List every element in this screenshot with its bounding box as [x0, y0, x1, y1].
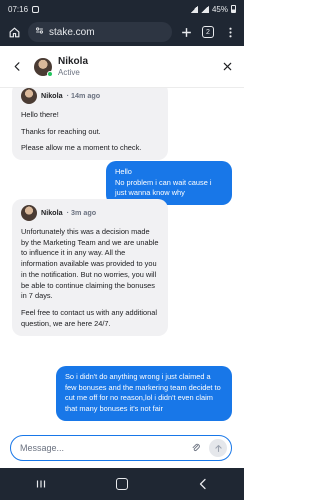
- battery-icon: [231, 5, 236, 13]
- message-time-value: 3m ago: [70, 207, 97, 217]
- url-text: stake.com: [49, 26, 95, 38]
- notification-icon: [32, 5, 40, 13]
- message-input[interactable]: [20, 443, 189, 453]
- sender-avatar: [21, 205, 37, 221]
- message-incoming: Nikola · 3m ago Unfortunately this was a…: [12, 199, 168, 336]
- message-incoming: Nikola · 14m ago Hello there! Thanks for…: [12, 88, 168, 161]
- home-icon[interactable]: [6, 24, 22, 40]
- home-button[interactable]: [112, 474, 132, 494]
- message-text: Hello No problem i can wait cause i just…: [115, 167, 212, 198]
- status-right: 45%: [189, 4, 236, 14]
- status-left: 07:16: [8, 4, 40, 14]
- sender-avatar: [21, 88, 37, 104]
- site-settings-icon[interactable]: [35, 26, 44, 38]
- plus-icon[interactable]: [178, 24, 194, 40]
- tab-count: 2: [202, 26, 214, 38]
- message-text: Unfortunately this was a decision made b…: [21, 227, 159, 301]
- message-text: Thanks for reaching out.: [21, 126, 101, 136]
- tabs-button[interactable]: 2: [200, 24, 216, 40]
- agent-avatar: [34, 57, 53, 77]
- system-nav-bar: [0, 468, 244, 500]
- back-chevron-icon[interactable]: [8, 58, 26, 76]
- message-list[interactable]: Nikola · 14m ago Hello there! Thanks for…: [0, 88, 244, 430]
- message-text: So i didn't do anything wrong i just cla…: [65, 372, 221, 414]
- close-icon[interactable]: [218, 58, 236, 76]
- home-square-icon: [115, 478, 128, 490]
- recent-apps-icon[interactable]: [31, 474, 51, 494]
- status-bar: 07:16 45%: [0, 0, 244, 18]
- more-vert-icon[interactable]: [222, 24, 238, 40]
- agent-name: Nikola: [58, 56, 89, 67]
- wifi-icon: [200, 5, 209, 13]
- agent-info: Nikola Active: [58, 56, 218, 77]
- sender-name: Nikola: [41, 207, 63, 217]
- chat-header: Nikola Active: [0, 46, 244, 88]
- back-icon[interactable]: [193, 474, 213, 494]
- message-meta: Nikola · 14m ago: [21, 88, 159, 104]
- address-bar[interactable]: stake.com: [28, 22, 172, 42]
- message-time: · 14m ago: [66, 90, 101, 100]
- message-time-value: 14m ago: [70, 90, 101, 100]
- send-button[interactable]: [209, 439, 227, 457]
- message-meta: Nikola · 3m ago: [21, 205, 159, 221]
- browser-toolbar: stake.com 2: [0, 18, 244, 46]
- message-text: Hello there!: [21, 110, 59, 119]
- battery-percent: 45%: [211, 4, 228, 14]
- attach-icon[interactable]: [189, 441, 203, 455]
- status-time: 07:16: [8, 4, 29, 14]
- online-status-dot: [47, 70, 53, 77]
- message-text: Feel free to contact us with any additio…: [21, 308, 157, 328]
- message-composer: [10, 435, 232, 461]
- signal-icon: [189, 5, 198, 13]
- agent-status: Active: [58, 68, 80, 77]
- message-outgoing: So i didn't do anything wrong i just cla…: [56, 366, 232, 421]
- message-time: · 3m ago: [66, 207, 97, 217]
- sender-name: Nikola: [41, 90, 63, 100]
- arrow-up-icon: [214, 444, 222, 452]
- message-text: Please allow me a moment to check.: [21, 143, 142, 153]
